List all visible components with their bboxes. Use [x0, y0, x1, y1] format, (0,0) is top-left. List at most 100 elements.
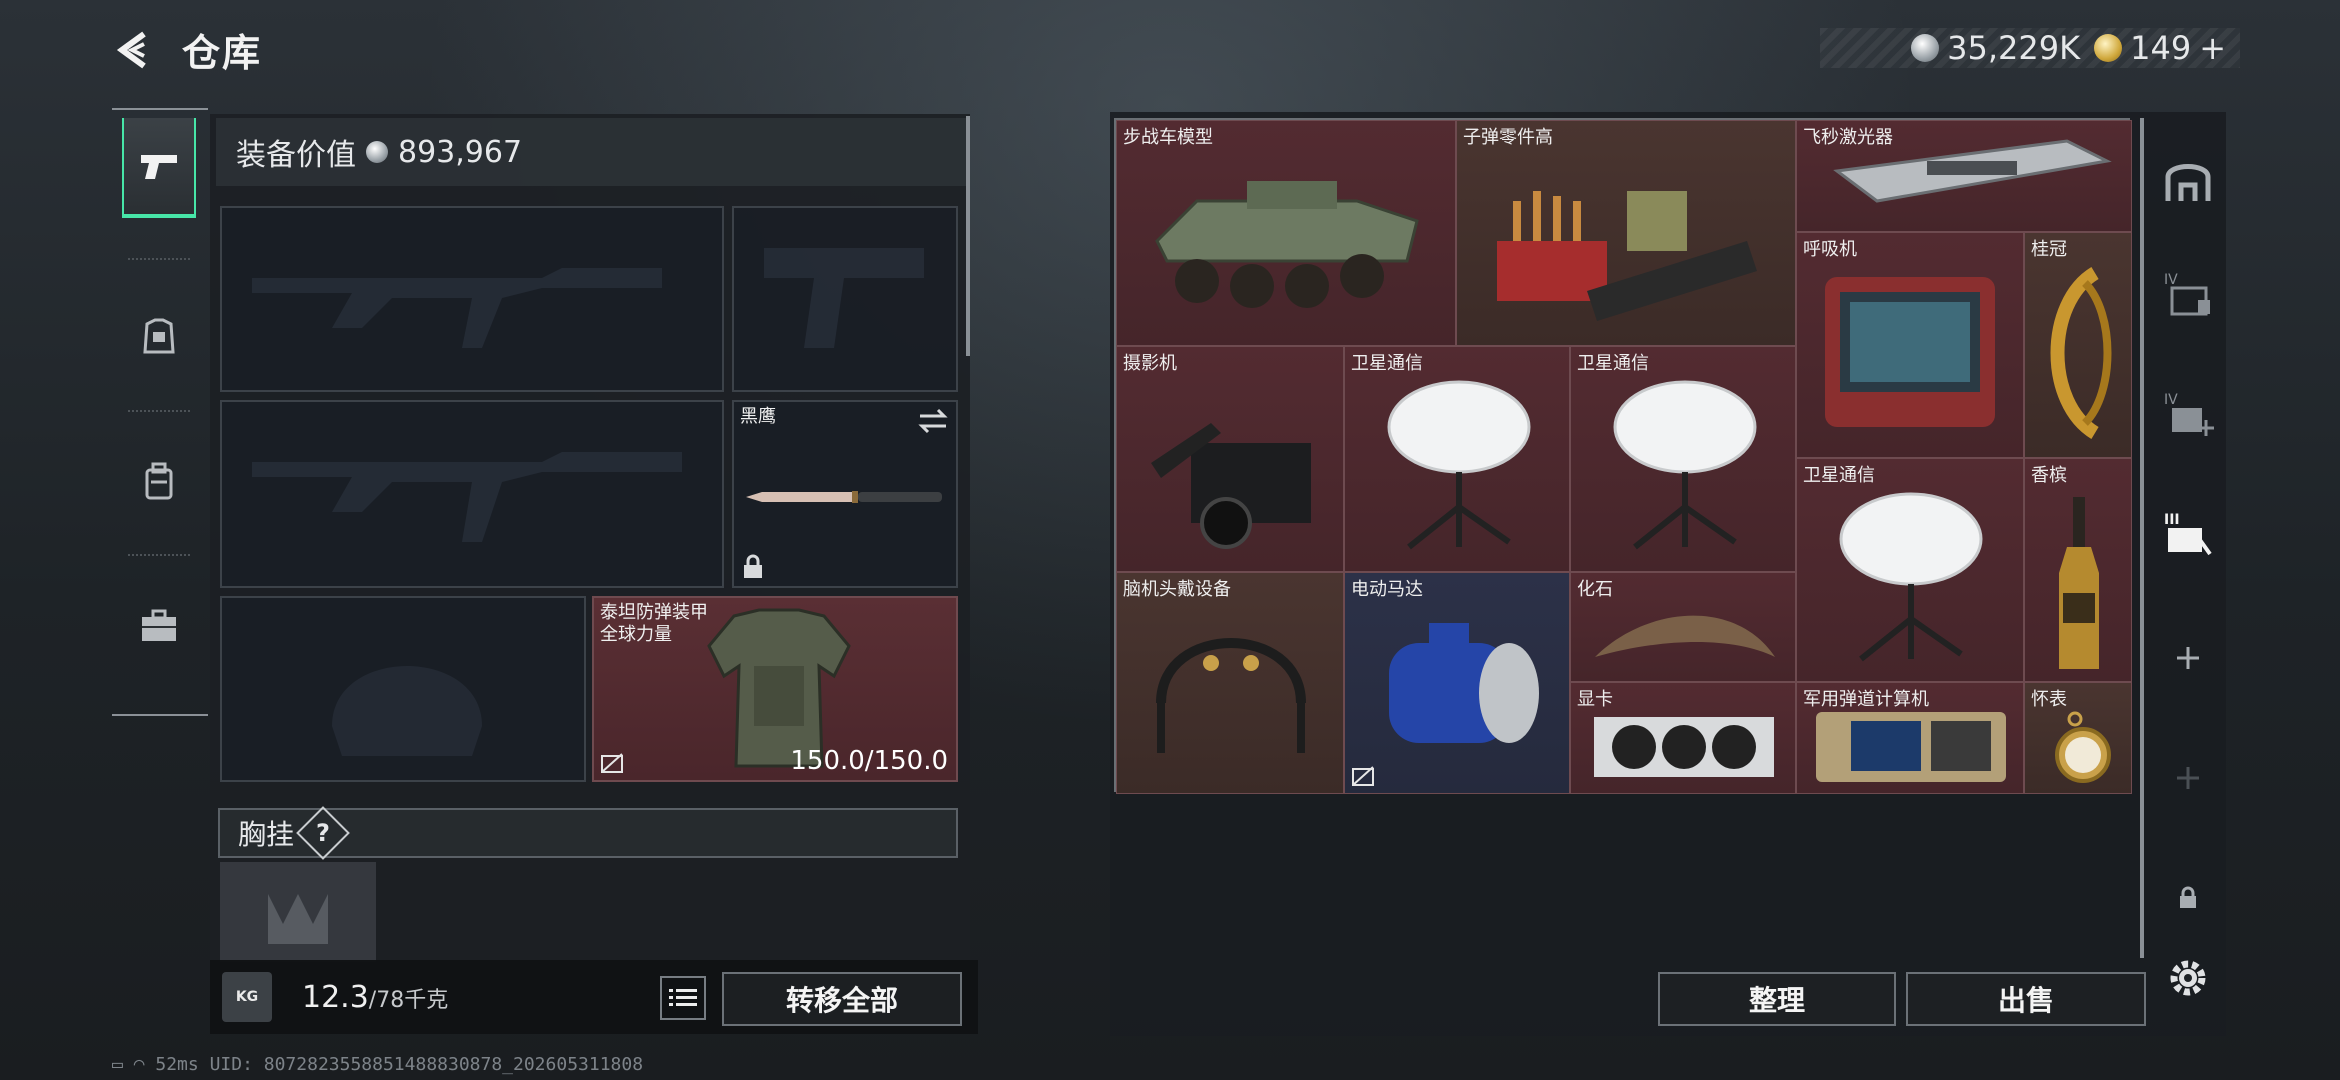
storage-add-button[interactable]: IV [2160, 386, 2216, 442]
item-label: 卫星通信 [1577, 353, 1649, 374]
melee-slot[interactable]: 黑鹰 [732, 400, 958, 588]
weight-current: 12.3 [302, 980, 369, 1015]
locked-storage-slot [2160, 870, 2216, 926]
vault-icon [2165, 164, 2211, 201]
tab-armor[interactable] [122, 286, 196, 386]
laurel-crown-icon [2050, 267, 2112, 439]
no-insure-icon [1352, 766, 1374, 786]
help-icon: ? [316, 818, 330, 847]
storage-item[interactable]: 显卡 [1570, 682, 1796, 794]
page-title: 仓库 [182, 31, 263, 75]
wifi-icon: ◠ [133, 1054, 145, 1075]
storage-item[interactable]: 香槟 [2024, 458, 2132, 682]
svg-text:III: III [2164, 512, 2180, 528]
back-button[interactable] [112, 28, 156, 72]
storage-item[interactable]: 呼吸机 [1796, 232, 2024, 458]
rifle-silhouette-icon [252, 452, 682, 542]
chest-rig-slot[interactable] [220, 862, 376, 962]
helmet-slot[interactable] [220, 596, 586, 782]
silver-coin-icon [1911, 34, 1940, 62]
gold-amount: 149 [2130, 29, 2192, 67]
storage-item[interactable]: 飞秒激光器 [1796, 120, 2132, 232]
satellite-dish-icon [1387, 380, 1531, 550]
organize-button[interactable]: 整理 [1658, 972, 1896, 1026]
equipment-value-amount: 893,967 [398, 134, 523, 170]
gold-currency[interactable]: 149 + [2094, 29, 2226, 67]
storage-item[interactable]: 卫星通信 [1344, 346, 1570, 572]
gear-icon [2170, 960, 2206, 996]
safe-box-button[interactable] [2160, 152, 2216, 208]
item-label: 子弹零件高 [1463, 127, 1553, 148]
transfer-all-button[interactable]: 转移全部 [722, 972, 962, 1026]
bci-headset-icon [1156, 638, 1306, 753]
svg-text:IV: IV [2164, 272, 2178, 288]
armor-name-line2: 全球力量 [600, 624, 672, 645]
tab-toolbox[interactable] [122, 576, 196, 676]
armor-icon [143, 318, 175, 354]
secondary-weapon-slot[interactable] [220, 400, 724, 588]
add-gold-button[interactable]: + [2199, 29, 2226, 67]
swap-icon[interactable] [918, 408, 948, 434]
sell-button[interactable]: 出售 [1906, 972, 2146, 1026]
silver-amount: 35,229K [1947, 29, 2081, 67]
storage-page-3-button[interactable]: III [2160, 506, 2216, 562]
knife-icon [746, 491, 942, 503]
ammo-parts-icon [1497, 191, 1757, 321]
weight-max: /78千克 [368, 988, 449, 1013]
storage-item[interactable]: 桂冠 [2024, 232, 2132, 458]
fossil-icon [1595, 615, 1775, 657]
sidearm-slot[interactable] [732, 206, 958, 392]
pistol-icon [141, 155, 177, 179]
storage-item[interactable]: 卫星通信 [1570, 346, 1796, 572]
back-arrow-icon [116, 31, 146, 69]
storage-grid: 步战车模型 子弹零件高 飞秒激光器 呼吸机 桂冠 摄影机 卫星通信 卫星通信 卫… [1114, 118, 2132, 794]
storage-item[interactable]: 电动马达 [1344, 572, 1570, 794]
pistol-silhouette-icon [764, 248, 924, 348]
silver-currency: 35,229K [1911, 29, 2080, 67]
storage-item[interactable]: 化石 [1570, 572, 1796, 682]
armor-name-line1: 泰坦防弹装甲 [600, 602, 708, 623]
tab-backpack[interactable] [122, 432, 196, 532]
plus-icon [2177, 767, 2199, 789]
item-label: 呼吸机 [1803, 239, 1857, 260]
backpack-icon [145, 462, 173, 500]
storage-item[interactable]: 步战车模型 [1116, 120, 1456, 346]
armor-slot[interactable]: 泰坦防弹装甲 全球力量 150.0/150.0 [592, 596, 958, 782]
silver-coin-icon [366, 141, 388, 163]
femtosecond-laser-icon [1833, 139, 2112, 203]
add-storage-button[interactable] [2160, 630, 2216, 686]
storage-item[interactable]: 子弹零件高 [1456, 120, 1796, 346]
item-label: 桂冠 [2031, 239, 2067, 260]
tab-weapons[interactable] [122, 118, 196, 218]
list-view-button[interactable] [660, 976, 706, 1020]
status-bar: ▭ ◠ 52ms UID: 8072823558851488830878_202… [112, 1054, 643, 1075]
list-icon [669, 989, 697, 1006]
ifv-model-icon [1155, 181, 1419, 308]
storage-item[interactable]: 摄影机 [1116, 346, 1344, 572]
storage-scrollbar[interactable] [2140, 118, 2144, 958]
chest-rig-label: 胸挂 [238, 818, 295, 851]
storage-item[interactable]: 脑机头戴设备 [1116, 572, 1344, 794]
storage-item[interactable]: 怀表 [2024, 682, 2132, 794]
item-label: 步战车模型 [1123, 127, 1213, 148]
primary-weapon-slot[interactable] [220, 206, 724, 392]
pocket-watch-icon [2055, 711, 2111, 783]
weight-readout: 12.3/78千克 [302, 980, 448, 1015]
item-label: 脑机头戴设备 [1123, 579, 1231, 600]
ventilator-icon [1825, 277, 1995, 427]
settings-button[interactable] [2160, 950, 2216, 1006]
svg-text:IV: IV [2164, 392, 2178, 408]
ping: 52ms [155, 1054, 199, 1075]
storage-item[interactable]: 卫星通信 [1796, 458, 2024, 682]
video-camera-icon [1151, 423, 1311, 549]
chest-rig-header: 胸挂 ? [218, 806, 958, 860]
satellite-dish-icon [1613, 380, 1757, 550]
lock-icon [744, 554, 762, 578]
toolbox-icon [142, 609, 176, 641]
help-button[interactable]: ? [296, 806, 350, 860]
equipment-scrollbar[interactable] [966, 116, 970, 356]
storage-page-4-button[interactable]: IV [2160, 266, 2216, 322]
uid: UID: 8072823558851488830878_202605311808 [209, 1054, 644, 1075]
graphics-card-icon [1594, 717, 1774, 777]
storage-item[interactable]: 军用弹道计算机 [1796, 682, 2024, 794]
